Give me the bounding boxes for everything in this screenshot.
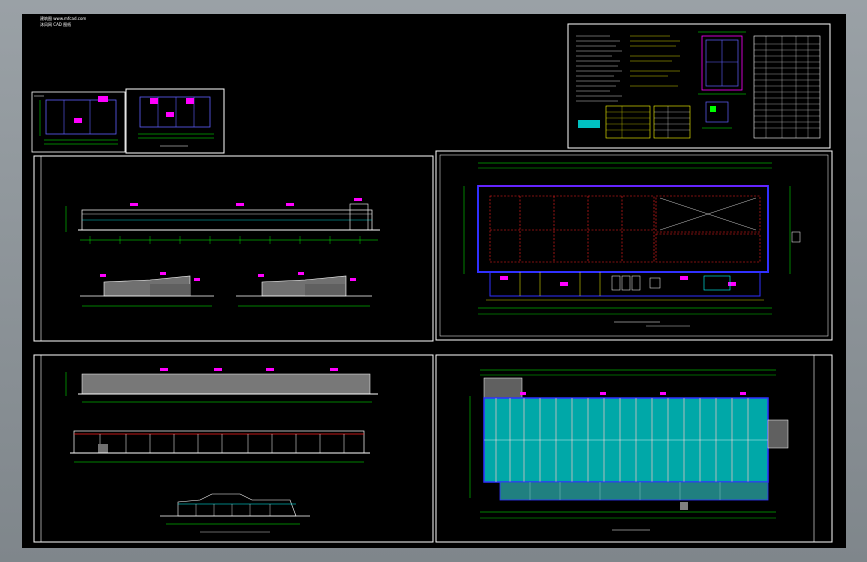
cad-viewer-frame: 建筑图 www.mfcad.com 沐风网 CAD 图纸 — [0, 0, 867, 562]
design-notes-sheet[interactable] — [567, 23, 831, 149]
floor-plan-sheet[interactable] — [435, 150, 833, 341]
cad-drawing — [31, 23, 833, 543]
roof-plan-sheet[interactable] — [435, 354, 833, 543]
detail-sheet-b[interactable] — [125, 88, 225, 154]
detail-sheet-a[interactable] — [31, 91, 126, 153]
elevations-sheet[interactable] — [33, 155, 434, 342]
sections-sheet[interactable] — [33, 354, 434, 543]
